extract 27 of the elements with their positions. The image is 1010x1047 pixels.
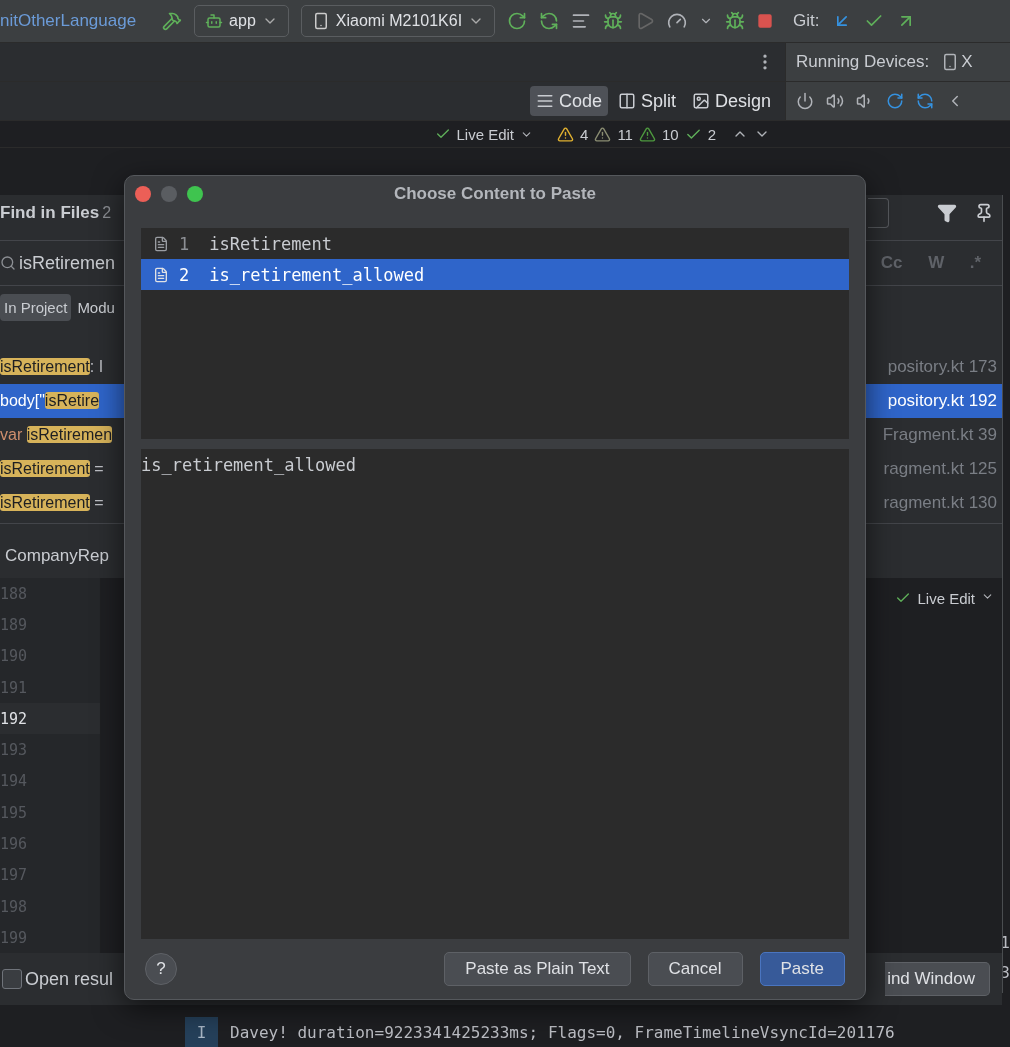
item-text: isRetirement: [209, 233, 333, 254]
inspection-count: 4: [580, 125, 589, 143]
result-location: ragment.kt 130: [883, 493, 998, 513]
result-location: pository.kt 173: [887, 357, 998, 377]
result-location: ragment.kt 125: [883, 459, 998, 479]
result-line: isRetirement: I: [0, 358, 104, 376]
result-line: isRetirement =: [0, 460, 104, 478]
dialog-title: Choose Content to Paste: [393, 184, 597, 204]
result-location: pository.kt 192: [887, 391, 998, 411]
preview-text: is_retirement_allowed: [141, 455, 356, 475]
inspection-count: 2: [707, 125, 716, 143]
result-line: isRetirement =: [0, 494, 104, 512]
item-text: is_retirement_allowed: [209, 264, 425, 285]
item-index: 1: [179, 233, 190, 254]
tool-window-title: Running Devices:: [796, 52, 930, 72]
git-label: Git:: [793, 11, 820, 31]
item-index: 2: [179, 264, 190, 285]
log-level: I: [185, 1017, 218, 1047]
result-line: var isRetiremen: [0, 426, 113, 444]
result-location: Fragment.kt 39: [882, 425, 998, 445]
checkbox-label: Open resul: [25, 968, 114, 990]
inspection-count: 10: [661, 125, 679, 143]
panel-title: Find in Files: [0, 202, 100, 223]
log-line: Davey! duration=9223341425233ms; Flags=0, FrameTimelineVsyncId=201176: [230, 1022, 895, 1042]
line-number: 192: [0, 703, 100, 735]
result-count: 2: [102, 203, 112, 222]
inspection-count: 11: [617, 125, 633, 143]
